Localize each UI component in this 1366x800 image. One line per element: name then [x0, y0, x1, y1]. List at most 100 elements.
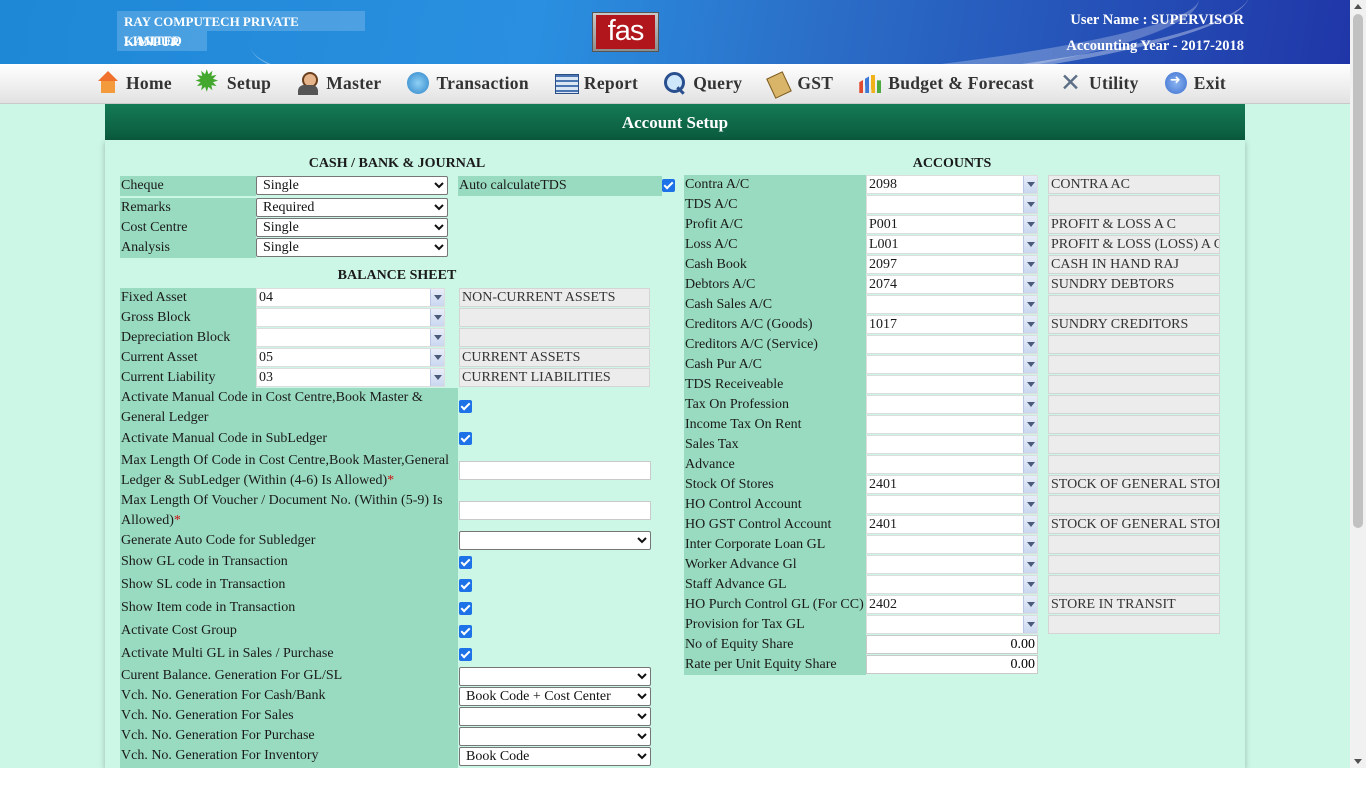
dropdown-arrow-icon[interactable]: [1023, 516, 1037, 533]
dropdown-arrow-icon[interactable]: [1023, 256, 1037, 273]
dropdown-arrow-icon[interactable]: [1023, 276, 1037, 293]
fixed-asset-label: Fixed Asset: [120, 288, 256, 308]
menu-gst[interactable]: GST: [767, 71, 833, 95]
dropdown-arrow-icon[interactable]: [1023, 456, 1037, 473]
dropdown-arrow-icon[interactable]: [430, 309, 444, 326]
account-code-combo[interactable]: [866, 435, 1038, 454]
account-code-combo[interactable]: 2402: [866, 595, 1038, 614]
dropdown-arrow-icon[interactable]: [1023, 536, 1037, 553]
account-code-combo[interactable]: 2097: [866, 255, 1038, 274]
dropdown-arrow-icon[interactable]: [1023, 376, 1037, 393]
fixed-asset-combo[interactable]: 04: [256, 288, 445, 307]
account-code-combo[interactable]: 2401: [866, 515, 1038, 534]
dropdown-arrow-icon[interactable]: [1023, 416, 1037, 433]
menu-master[interactable]: Master: [296, 71, 381, 95]
cost-centre-select[interactable]: Single: [256, 218, 448, 237]
account-code-combo[interactable]: 2401: [866, 475, 1038, 494]
dropdown-arrow-icon[interactable]: [1023, 316, 1037, 333]
depreciation-block-combo[interactable]: [256, 328, 445, 347]
scroll-down-arrow-icon[interactable]: [1354, 759, 1362, 764]
company-block: RAY COMPUTECH PRIVATE LIMITED KANPUR: [117, 11, 365, 51]
menu-transaction[interactable]: Transaction: [406, 71, 529, 95]
show-gl-code-checkbox[interactable]: [459, 556, 472, 569]
dropdown-arrow-icon[interactable]: [430, 369, 444, 386]
remarks-select[interactable]: Required: [256, 198, 448, 217]
dropdown-arrow-icon[interactable]: [1023, 596, 1037, 613]
dropdown-arrow-icon[interactable]: [1023, 336, 1037, 353]
account-code-combo[interactable]: [866, 355, 1038, 374]
current-asset-combo[interactable]: 05: [256, 348, 445, 367]
multi-gl-checkbox[interactable]: [459, 648, 472, 661]
account-code-combo[interactable]: L001: [866, 235, 1038, 254]
vch-inventory-select[interactable]: Book Code: [459, 747, 651, 766]
vch-cash-bank-select[interactable]: Book Code + Cost Center: [459, 687, 651, 706]
account-code-combo[interactable]: [866, 415, 1038, 434]
account-code-combo[interactable]: [866, 575, 1038, 594]
auto-tds-checkbox[interactable]: [662, 179, 675, 192]
dropdown-arrow-icon[interactable]: [430, 329, 444, 346]
rate-equity-input[interactable]: [866, 655, 1038, 674]
menu-setup[interactable]: Setup: [196, 67, 271, 97]
current-liability-combo[interactable]: 03: [256, 368, 445, 387]
account-code-combo[interactable]: 2098: [866, 175, 1038, 194]
manual-code-cc-checkbox[interactable]: [459, 400, 472, 413]
dropdown-arrow-icon[interactable]: [1023, 296, 1037, 313]
vch-sales-select[interactable]: [459, 707, 651, 726]
scroll-up-arrow-icon[interactable]: [1354, 4, 1362, 9]
gross-block-combo[interactable]: [256, 308, 445, 327]
gross-block-desc: [459, 308, 650, 327]
menu-report[interactable]: Report: [554, 71, 638, 95]
manual-code-sl-checkbox[interactable]: [459, 432, 472, 445]
auto-code-subledger-label: Generate Auto Code for Subledger: [120, 531, 458, 551]
account-code-combo[interactable]: 2074: [866, 275, 1038, 294]
cheque-select[interactable]: Single: [256, 176, 448, 195]
dropdown-arrow-icon[interactable]: [430, 289, 444, 306]
auto-code-subledger-select[interactable]: [459, 531, 651, 550]
account-code-combo[interactable]: [866, 375, 1038, 394]
menu-exit[interactable]: Exit: [1164, 71, 1226, 95]
account-label: Cash Sales A/C: [684, 295, 866, 315]
vch-purchase-select[interactable]: [459, 727, 651, 746]
account-code-combo[interactable]: [866, 395, 1038, 414]
menu-utility[interactable]: Utility: [1059, 68, 1139, 97]
menu-budget-forecast[interactable]: Budget & Forecast: [858, 71, 1034, 95]
dropdown-arrow-icon[interactable]: [1023, 436, 1037, 453]
account-code-combo[interactable]: [866, 495, 1038, 514]
show-item-code-label: Show Item code in Transaction: [120, 598, 458, 618]
show-sl-code-checkbox[interactable]: [459, 579, 472, 592]
analysis-select[interactable]: Single: [256, 238, 448, 257]
menu-query[interactable]: Query: [663, 71, 742, 95]
account-code-combo[interactable]: [866, 195, 1038, 214]
dropdown-arrow-icon[interactable]: [1023, 616, 1037, 633]
dropdown-arrow-icon[interactable]: [1023, 196, 1037, 213]
depreciation-block-label: Depreciation Block: [120, 328, 256, 348]
dropdown-arrow-icon[interactable]: [1023, 236, 1037, 253]
dropdown-arrow-icon[interactable]: [1023, 556, 1037, 573]
dropdown-arrow-icon[interactable]: [1023, 216, 1037, 233]
show-item-code-checkbox[interactable]: [459, 602, 472, 615]
account-code-combo[interactable]: P001: [866, 215, 1038, 234]
cost-group-checkbox[interactable]: [459, 625, 472, 638]
max-length-code-input[interactable]: [459, 461, 651, 480]
account-code-combo[interactable]: [866, 455, 1038, 474]
menu-home[interactable]: Home: [96, 71, 172, 95]
vertical-scrollbar[interactable]: [1350, 0, 1366, 768]
account-code-combo[interactable]: [866, 335, 1038, 354]
scrollbar-thumb[interactable]: [1353, 14, 1363, 528]
dropdown-arrow-icon[interactable]: [1023, 356, 1037, 373]
account-code-combo[interactable]: [866, 615, 1038, 634]
max-length-voucher-input[interactable]: [459, 501, 651, 520]
account-code-combo[interactable]: [866, 295, 1038, 314]
account-code-combo[interactable]: [866, 535, 1038, 554]
equity-share-input[interactable]: [866, 635, 1038, 654]
account-code-combo[interactable]: 1017: [866, 315, 1038, 334]
account-code-combo[interactable]: [866, 555, 1038, 574]
dropdown-arrow-icon[interactable]: [1023, 176, 1037, 193]
dropdown-arrow-icon[interactable]: [1023, 576, 1037, 593]
dropdown-arrow-icon[interactable]: [430, 349, 444, 366]
dropdown-arrow-icon[interactable]: [1023, 476, 1037, 493]
dropdown-arrow-icon[interactable]: [1023, 496, 1037, 513]
current-balance-select[interactable]: [459, 667, 651, 686]
bar-chart-icon: [858, 71, 882, 95]
dropdown-arrow-icon[interactable]: [1023, 396, 1037, 413]
